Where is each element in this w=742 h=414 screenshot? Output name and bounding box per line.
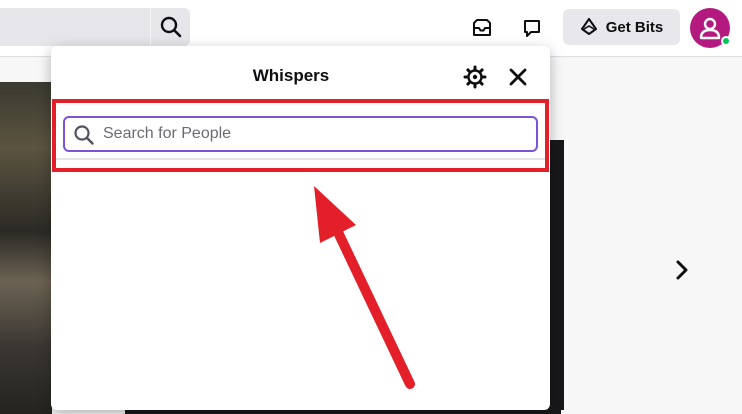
stream-thumbnail[interactable] <box>0 82 52 414</box>
highlight-box <box>52 99 549 172</box>
search-icon <box>160 16 181 38</box>
whisper-icon <box>524 20 540 37</box>
close-button[interactable] <box>505 64 531 90</box>
bits-icon <box>580 18 597 35</box>
get-bits-label: Get Bits <box>605 18 664 36</box>
chevron-right-icon[interactable] <box>670 258 694 282</box>
top-search-input[interactable] <box>0 8 150 46</box>
stream-thumbnail-edge <box>548 140 564 410</box>
user-icon <box>699 17 721 40</box>
get-bits-button[interactable]: Get Bits <box>563 9 680 45</box>
whispers-button[interactable] <box>517 13 547 43</box>
close-icon <box>509 68 527 86</box>
settings-icon <box>463 65 487 89</box>
online-status-dot <box>721 36 731 46</box>
inbox-button[interactable] <box>467 13 497 43</box>
top-search-button[interactable] <box>150 8 190 46</box>
settings-button[interactable] <box>462 64 488 90</box>
user-avatar[interactable] <box>690 8 731 48</box>
inbox-icon <box>473 19 491 36</box>
whispers-title: Whispers <box>252 66 330 85</box>
